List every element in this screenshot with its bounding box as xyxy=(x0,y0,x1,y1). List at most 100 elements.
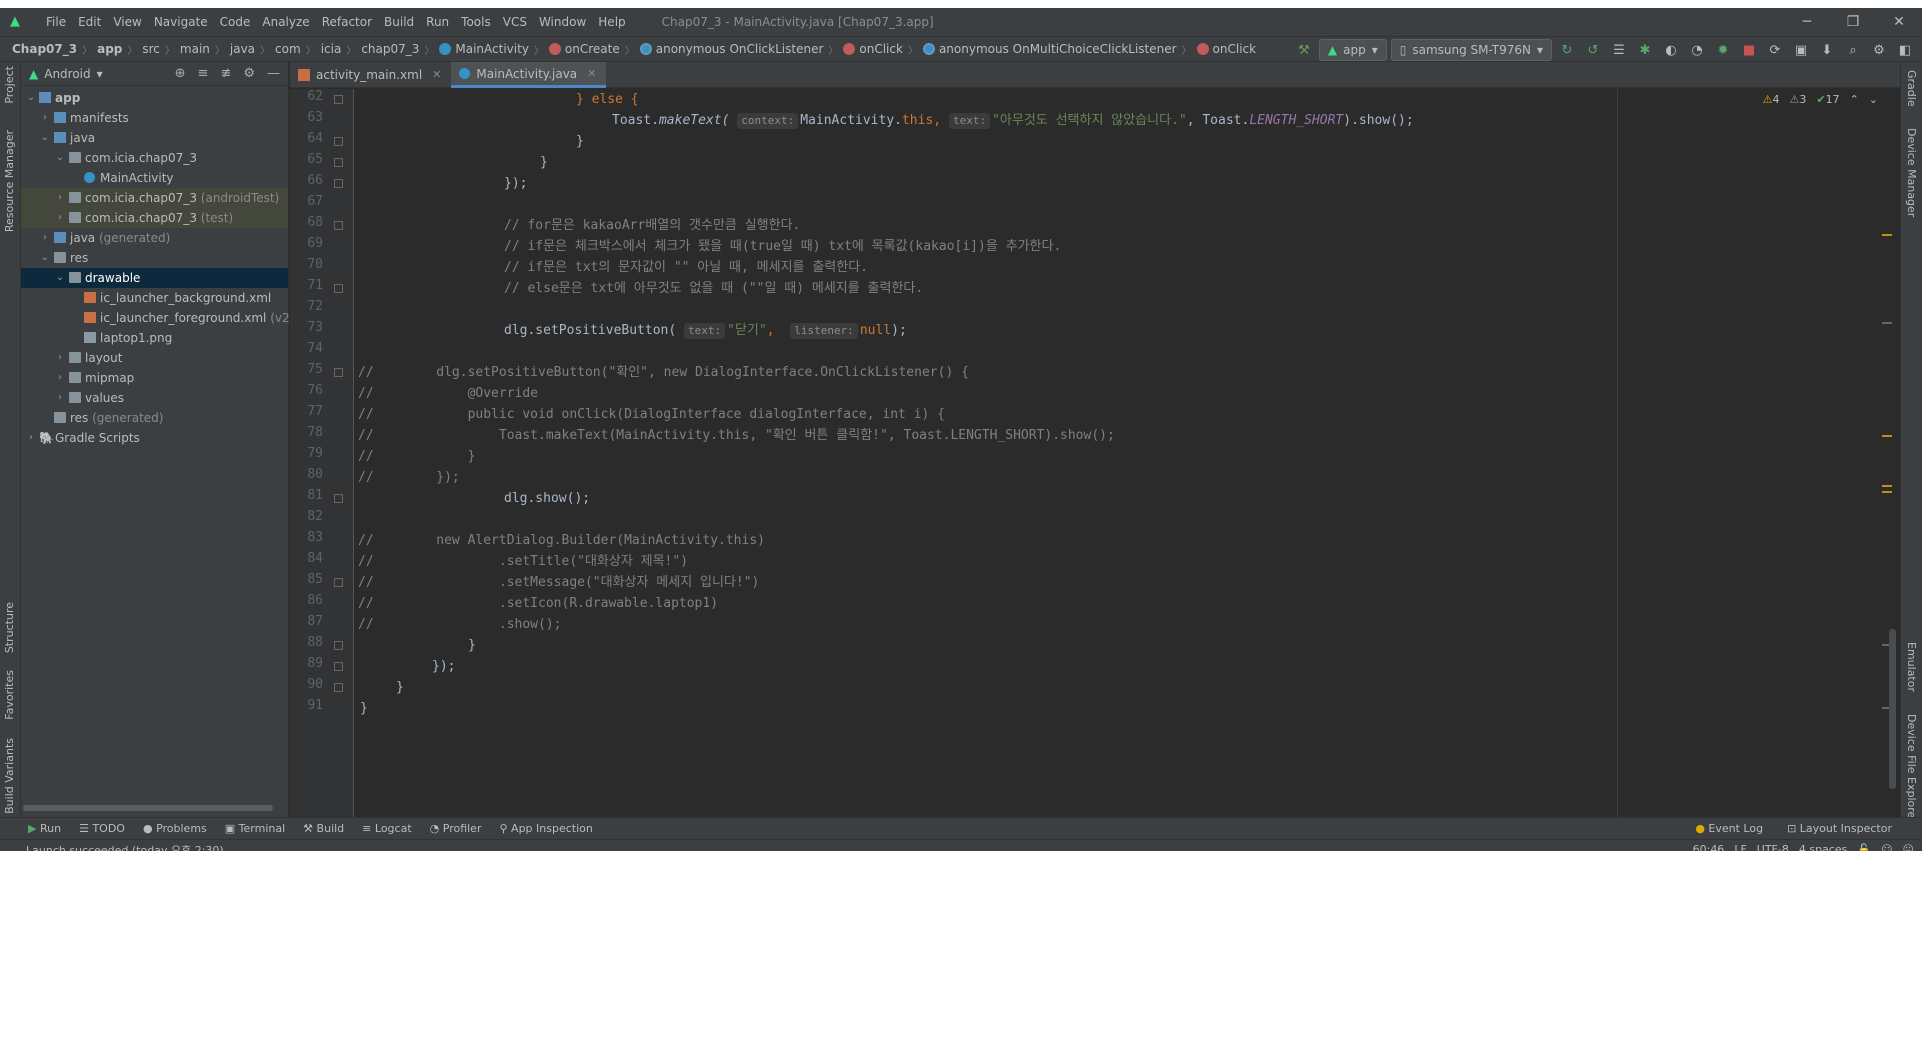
tree-item-package-androidtest[interactable]: › com.icia.chap07_3 (androidTest) xyxy=(21,188,288,208)
menu-refactor[interactable]: Refactor xyxy=(316,8,378,36)
tab-build-variants[interactable]: Build Variants xyxy=(3,738,16,814)
stop-icon[interactable]: ■ xyxy=(1738,39,1760,61)
close-window-button[interactable]: ✕ xyxy=(1876,8,1922,36)
warning-marker[interactable] xyxy=(1882,485,1892,487)
breadcrumb-module[interactable]: app xyxy=(97,42,122,56)
tab-device-manager[interactable]: Device Manager xyxy=(1905,128,1918,217)
fold-marker-icon[interactable] xyxy=(334,221,343,230)
fold-marker-icon[interactable] xyxy=(334,137,343,146)
maximize-button[interactable]: ❐ xyxy=(1830,8,1876,36)
menu-build[interactable]: Build xyxy=(378,8,420,36)
chevron-up-icon[interactable]: ⌃ xyxy=(1850,89,1859,111)
breadcrumb-mainactivity[interactable]: MainActivity xyxy=(455,42,529,56)
breadcrumb-oncreate[interactable]: onCreate xyxy=(565,42,620,56)
account-icon[interactable]: ◧ xyxy=(1894,39,1916,61)
avd-manager-icon[interactable]: ▣ xyxy=(1790,39,1812,61)
inspection-widget[interactable]: ⚠4 ⚠3 ✔17 ⌃ ⌄ xyxy=(1763,89,1878,111)
menu-window[interactable]: Window xyxy=(533,8,592,36)
tree-item-values[interactable]: › values xyxy=(21,388,288,408)
search-icon[interactable]: ⌕ xyxy=(1842,39,1864,61)
breadcrumb-onclick-inner[interactable]: onClick xyxy=(1213,42,1257,56)
tree-item-laptop1-png[interactable]: laptop1.png xyxy=(21,328,288,348)
terminal-tool-button[interactable]: ▣ Terminal xyxy=(225,822,285,835)
tree-item-res-generated[interactable]: res (generated) xyxy=(21,408,288,428)
warning-marker[interactable] xyxy=(1882,435,1892,437)
tab-resource-manager[interactable]: Resource Manager xyxy=(3,130,16,232)
fold-marker-icon[interactable] xyxy=(334,662,343,671)
locate-file-icon[interactable]: ⊕ xyxy=(175,66,186,81)
breadcrumb-project[interactable]: Chap07_3 xyxy=(12,42,77,56)
breadcrumb-onclick[interactable]: onClick xyxy=(859,42,903,56)
breadcrumb-icia[interactable]: icia xyxy=(321,42,342,56)
tab-emulator[interactable]: Emulator xyxy=(1905,642,1918,692)
tree-item-ic-launcher-background[interactable]: ic_launcher_background.xml xyxy=(21,288,288,308)
todo-tool-button[interactable]: ☰ TODO xyxy=(79,822,125,835)
tree-item-res[interactable]: ⌄ res xyxy=(21,248,288,268)
apply-code-changes-icon[interactable]: ↺ xyxy=(1582,39,1604,61)
code-editor[interactable]: 62 63 64 65 66 67 68 69 70 71 72 73 74 7… xyxy=(290,89,1900,817)
menu-navigate[interactable]: Navigate xyxy=(148,8,214,36)
close-tab-icon[interactable]: ✕ xyxy=(432,62,441,88)
breadcrumb-src[interactable]: src xyxy=(142,42,160,56)
event-log-button[interactable]: ● Event Log xyxy=(1695,822,1763,835)
fold-marker-icon[interactable] xyxy=(334,95,343,104)
app-inspection-tool-button[interactable]: ⚲ App Inspection xyxy=(499,822,592,835)
menu-run[interactable]: Run xyxy=(420,8,455,36)
fold-marker-icon[interactable] xyxy=(334,683,343,692)
tree-item-mainactivity[interactable]: MainActivity xyxy=(21,168,288,188)
sdk-manager-icon[interactable]: ⬇ xyxy=(1816,39,1838,61)
logcat-icon[interactable]: ☰ xyxy=(1608,39,1630,61)
tree-item-manifests[interactable]: › manifests xyxy=(21,108,288,128)
fold-marker-icon[interactable] xyxy=(334,284,343,293)
tab-mainactivity-java[interactable]: MainActivity.java ✕ xyxy=(451,62,607,88)
menu-analyze[interactable]: Analyze xyxy=(256,8,315,36)
breadcrumb-chap07-3[interactable]: chap07_3 xyxy=(361,42,419,56)
expand-all-icon[interactable]: ≡ xyxy=(198,66,209,81)
fold-marker-icon[interactable] xyxy=(334,368,343,377)
tab-favorites[interactable]: Favorites xyxy=(3,670,16,720)
fold-marker-icon[interactable] xyxy=(334,641,343,650)
tab-device-file-explorer[interactable]: Device File Explorer xyxy=(1905,714,1918,823)
run-config-dropdown[interactable]: ▲ app ▾ xyxy=(1318,39,1387,61)
fold-marker-icon[interactable] xyxy=(334,578,343,587)
breadcrumb-main[interactable]: main xyxy=(180,42,210,56)
debug-icon[interactable]: ✱ xyxy=(1634,39,1656,61)
info-marker[interactable] xyxy=(1882,322,1892,324)
hide-panel-icon[interactable]: — xyxy=(267,66,280,81)
tree-item-gradle-scripts[interactable]: › 🐘 Gradle Scripts xyxy=(21,428,288,448)
tree-item-app[interactable]: ⌄ app xyxy=(21,88,288,108)
coverage-icon[interactable]: ◐ xyxy=(1660,39,1682,61)
make-hammer-icon[interactable]: ⚒ xyxy=(1293,39,1315,61)
fold-marker-icon[interactable] xyxy=(334,179,343,188)
vertical-scrollbar[interactable] xyxy=(1889,629,1896,789)
profile-icon[interactable]: ◔ xyxy=(1686,39,1708,61)
device-dropdown[interactable]: ▯ samsung SM-T976N ▾ xyxy=(1390,39,1552,61)
fold-marker-icon[interactable] xyxy=(334,158,343,167)
breadcrumb-java[interactable]: java xyxy=(230,42,255,56)
menu-edit[interactable]: Edit xyxy=(72,8,107,36)
tree-item-ic-launcher-foreground[interactable]: ic_launcher_foreground.xml (v2 xyxy=(21,308,290,328)
menu-vcs[interactable]: VCS xyxy=(497,8,533,36)
tree-item-java[interactable]: ⌄ java xyxy=(21,128,288,148)
code-area[interactable]: } else { Toast.makeText( context: MainAct… xyxy=(354,89,1834,817)
minimize-button[interactable]: ─ xyxy=(1784,8,1830,36)
tab-structure[interactable]: Structure xyxy=(3,602,16,653)
menu-view[interactable]: View xyxy=(107,8,147,36)
tab-gradle[interactable]: Gradle xyxy=(1905,70,1918,107)
menu-help[interactable]: Help xyxy=(592,8,631,36)
collapse-all-icon[interactable]: ≢ xyxy=(220,66,231,81)
horizontal-scrollbar[interactable] xyxy=(23,805,273,811)
tab-activity-main-xml[interactable]: activity_main.xml ✕ xyxy=(290,62,451,88)
tree-item-layout[interactable]: › layout xyxy=(21,348,288,368)
menu-code[interactable]: Code xyxy=(214,8,257,36)
problems-tool-button[interactable]: ● Problems xyxy=(143,822,207,835)
tree-item-package-test[interactable]: › com.icia.chap07_3 (test) xyxy=(21,208,288,228)
warning-marker[interactable] xyxy=(1882,491,1892,493)
chevron-down-icon[interactable]: ⌄ xyxy=(1869,89,1878,111)
warning-marker[interactable] xyxy=(1882,234,1892,236)
settings-gear-icon[interactable]: ⚙ xyxy=(243,66,255,81)
profiler-tool-button[interactable]: ◔ Profiler xyxy=(430,822,482,835)
fold-marker-icon[interactable] xyxy=(334,494,343,503)
tree-item-mipmap[interactable]: › mipmap xyxy=(21,368,288,388)
settings-gear-icon[interactable]: ⚙ xyxy=(1868,39,1890,61)
